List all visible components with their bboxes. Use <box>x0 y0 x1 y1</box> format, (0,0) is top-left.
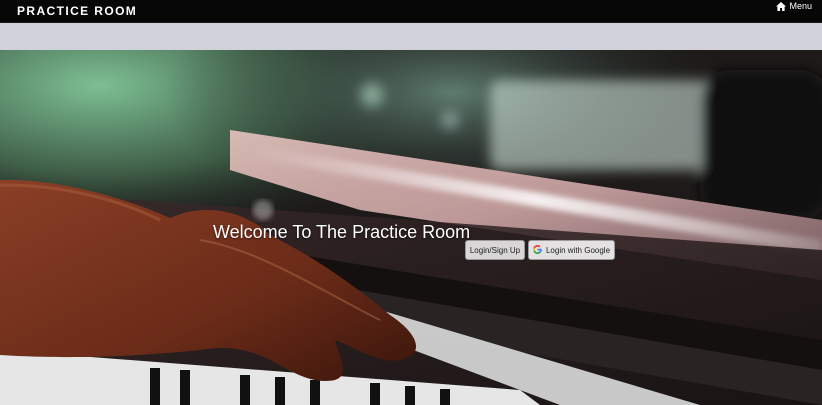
login-with-google-label: Login with Google <box>545 245 611 255</box>
hero-section: Welcome To The Practice Room Login/Sign … <box>0 50 822 405</box>
login-with-google-button[interactable]: Login with Google <box>528 240 615 260</box>
login-signup-button[interactable]: Login/Sign Up <box>465 240 525 260</box>
login-signup-label: Login/Sign Up <box>469 245 521 255</box>
top-navbar: PRACTICE ROOM Menu <box>0 0 822 23</box>
google-g-icon <box>532 244 542 256</box>
home-icon <box>776 1 787 11</box>
menu-button[interactable]: Menu <box>776 1 812 11</box>
welcome-heading: Welcome To The Practice Room <box>213 222 471 242</box>
sub-navbar-strip <box>0 23 822 50</box>
menu-label: Menu <box>789 1 812 11</box>
brand-title[interactable]: PRACTICE ROOM <box>17 4 137 18</box>
